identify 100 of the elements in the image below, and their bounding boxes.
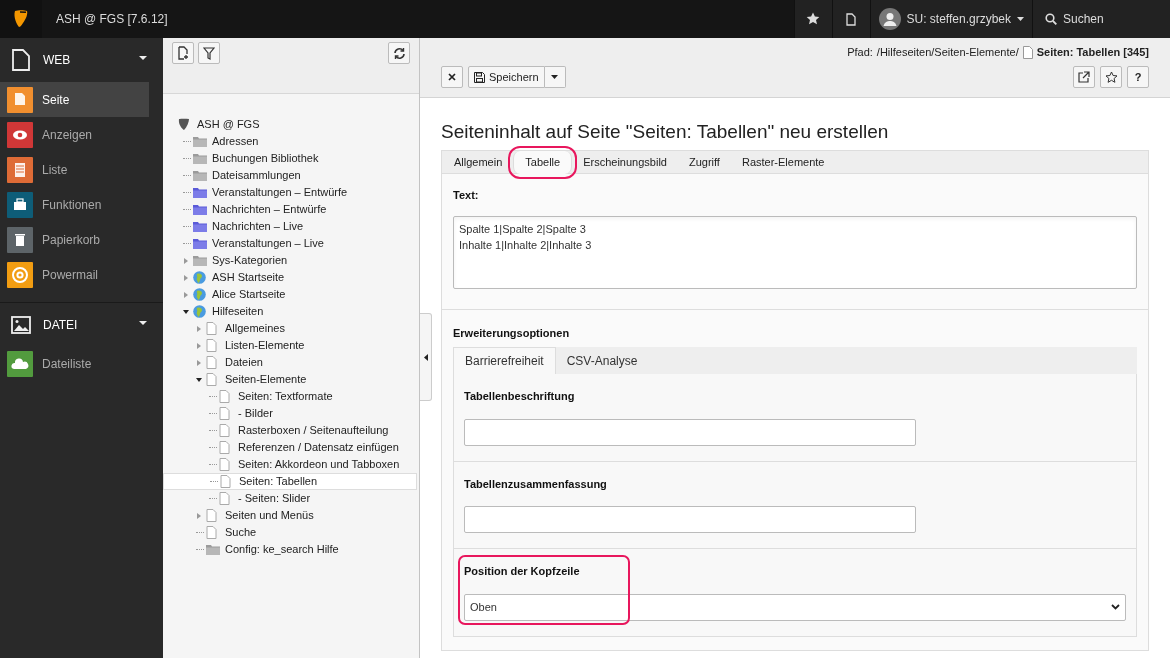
tree-item[interactable]: Sys-Kategorien: [177, 252, 419, 269]
field-label: Position der Kopfzeile: [464, 564, 581, 579]
image-icon: [11, 315, 31, 334]
logo-icon: [178, 118, 191, 131]
module-item[interactable]: Anzeigen: [0, 117, 149, 152]
bookmark-button[interactable]: [1100, 66, 1122, 88]
search-icon: [1045, 13, 1057, 25]
tree-item[interactable]: Seiten-Elemente: [177, 371, 419, 388]
tree-item[interactable]: Seiten: Akkordeon und Tabboxen: [177, 456, 419, 473]
page-icon: [219, 458, 230, 471]
help-button[interactable]: ?: [1127, 66, 1149, 88]
tree-item[interactable]: Nachrichten – Live: [177, 218, 419, 235]
tree-item[interactable]: Hilfeseiten: [177, 303, 419, 320]
tree-item[interactable]: Seiten: Tabellen: [163, 473, 417, 490]
tab[interactable]: Erscheinungsbild: [572, 151, 678, 173]
page-icon: [219, 441, 230, 454]
module-group-header[interactable]: WEB: [0, 38, 163, 82]
tab[interactable]: Barrierefreiheit: [453, 347, 556, 374]
text-area[interactable]: Spalte 1|Spalte 2|Spalte 3 Inhalte 1|Inhalte 2|Inhalte 3: [453, 215, 1137, 289]
chevron-down-icon: [1111, 604, 1120, 610]
tree-item[interactable]: - Seiten: Slider: [177, 490, 419, 507]
tree-item[interactable]: Seiten: Textformate: [177, 388, 419, 405]
tree-item[interactable]: Alice Startseite: [177, 286, 419, 303]
module-item[interactable]: Dateiliste: [0, 346, 149, 381]
folder-icon: [193, 187, 207, 198]
module-item[interactable]: Funktionen: [0, 187, 149, 222]
field-label: Text:: [453, 188, 480, 203]
tab[interactable]: Allgemein: [443, 151, 514, 173]
page-icon: [206, 322, 217, 335]
save-options-button[interactable]: [544, 66, 566, 88]
folder-icon: [193, 255, 207, 266]
collapsed-icon[interactable]: [196, 325, 202, 332]
open-documents-button[interactable]: [831, 0, 870, 38]
avatar-icon: [878, 8, 901, 30]
page-icon: [220, 475, 231, 488]
collapse-icon: [423, 353, 428, 361]
page-icon: [219, 492, 230, 505]
tree-item[interactable]: Seiten und Menüs: [177, 507, 419, 524]
tree-item[interactable]: - Bilder: [177, 405, 419, 422]
external-link-icon: [1078, 71, 1090, 83]
document-icon: [846, 12, 856, 26]
collapsed-icon[interactable]: [196, 359, 202, 366]
tree-item[interactable]: Config: ke_search Hilfe: [177, 541, 419, 558]
select-field[interactable]: Oben: [464, 593, 1126, 621]
field-label: Tabellenbeschriftung: [464, 389, 576, 404]
folder-icon: [193, 238, 207, 249]
page-icon: [206, 339, 217, 352]
bookmarks-button[interactable]: [793, 0, 832, 38]
tree-item[interactable]: ASH @ FGS: [177, 116, 419, 133]
folder-icon: [206, 544, 220, 555]
new-page-icon: [176, 46, 190, 60]
folder-icon: [193, 204, 207, 215]
globe-icon: [193, 271, 206, 284]
module-item[interactable]: Papierkorb: [0, 222, 149, 257]
tree-item[interactable]: Referenzen / Datensatz einfügen: [177, 439, 419, 456]
tree-item[interactable]: Dateien: [177, 354, 419, 371]
expanded-icon[interactable]: [196, 376, 202, 383]
save-button[interactable]: Speichern: [468, 66, 545, 88]
tree-item[interactable]: Adressen: [177, 133, 419, 150]
refresh-button[interactable]: [388, 42, 410, 64]
user-menu[interactable]: SU: steffen.grzybek: [869, 0, 1032, 38]
new-page-button[interactable]: [172, 42, 194, 64]
filter-icon: [203, 46, 215, 60]
input-field[interactable]: [464, 506, 916, 533]
close-button[interactable]: [441, 66, 463, 88]
star-icon: [1104, 70, 1118, 84]
collapsed-icon[interactable]: [196, 342, 202, 349]
star-icon: [806, 12, 820, 26]
page-icon: [206, 356, 217, 369]
module-item[interactable]: Liste: [0, 152, 149, 187]
tree-item[interactable]: Dateisammlungen: [177, 167, 419, 184]
tree-item[interactable]: Listen-Elemente: [177, 337, 419, 354]
tree-item[interactable]: Nachrichten – Entwürfe: [177, 201, 419, 218]
tree-item[interactable]: Rasterboxen / Seitenaufteilung: [177, 422, 419, 439]
tab[interactable]: Zugriff: [677, 151, 731, 173]
path-label: Pfad:: [847, 44, 873, 60]
collapse-handle[interactable]: [420, 313, 432, 401]
field-label: Tabellenzusammenfassung: [464, 476, 608, 492]
filter-button[interactable]: [198, 42, 220, 64]
page-icon: [1022, 45, 1033, 59]
collapsed-icon[interactable]: [196, 512, 202, 519]
collapsed-icon[interactable]: [183, 274, 189, 281]
tab[interactable]: Raster-Elemente: [730, 151, 836, 173]
tree-item[interactable]: Veranstaltungen – Live: [177, 235, 419, 252]
page-icon: [206, 373, 217, 386]
tree-item[interactable]: Allgemeines: [177, 320, 419, 337]
globe-icon: [193, 288, 206, 301]
tree-item[interactable]: ASH Startseite: [177, 269, 419, 286]
collapsed-icon[interactable]: [183, 257, 189, 264]
module-item[interactable]: Powermail: [0, 257, 149, 292]
open-new-window-button[interactable]: [1073, 66, 1095, 88]
tree-item[interactable]: Veranstaltungen – Entwürfe: [177, 184, 419, 201]
tree-item[interactable]: Suche: [177, 524, 419, 541]
breadcrumb-path: /Hilfeseiten/Seiten-Elemente/: [876, 44, 1019, 60]
tree-item[interactable]: Buchungen Bibliothek: [177, 150, 419, 167]
expanded-icon[interactable]: [183, 308, 189, 315]
input-field[interactable]: [464, 418, 916, 446]
collapsed-icon[interactable]: [183, 291, 189, 298]
search-button[interactable]: Suchen: [1032, 0, 1170, 38]
module-item[interactable]: Seite: [0, 82, 149, 117]
